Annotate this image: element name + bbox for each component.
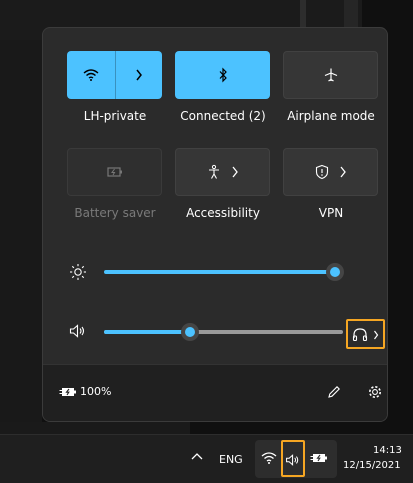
- brightness-slider-thumb[interactable]: [326, 263, 344, 281]
- chevron-right-icon: [374, 330, 379, 340]
- wifi-toggle-button[interactable]: [67, 51, 115, 99]
- bluetooth-toggle-tile[interactable]: [175, 51, 270, 99]
- wifi-toggle-tile[interactable]: [67, 51, 162, 99]
- accessibility-tile[interactable]: [175, 148, 270, 196]
- chevron-right-icon: [339, 166, 346, 178]
- tile-label-accessibility: Accessibility: [186, 206, 260, 220]
- clock-date[interactable]: 12/15/2021: [343, 460, 401, 471]
- accessibility-icon: [208, 164, 219, 179]
- wifi-expand-button[interactable]: [116, 51, 162, 99]
- clock-time[interactable]: 14:13: [373, 445, 402, 456]
- volume-slider-thumb[interactable]: [181, 323, 200, 341]
- wifi-icon: [261, 452, 277, 464]
- chevron-up-icon[interactable]: [191, 452, 203, 460]
- brightness-icon: [70, 264, 86, 280]
- edit-pencil-icon[interactable]: [327, 385, 341, 399]
- audio-output-button[interactable]: [346, 319, 385, 349]
- tile-label-airplane: Airplane mode: [287, 109, 375, 123]
- quick-settings-panel: LH-private Connected (2) Airplane mode B…: [42, 27, 388, 422]
- speaker-icon: [286, 454, 299, 466]
- chevron-right-icon: [136, 69, 142, 81]
- background-area: [0, 422, 190, 434]
- vpn-tile[interactable]: [283, 148, 378, 196]
- headphones-icon: [352, 328, 368, 342]
- vpn-shield-icon: [315, 164, 328, 180]
- taskbar: [0, 434, 413, 483]
- tile-label-wifi: LH-private: [83, 109, 147, 123]
- volume-slider-fill: [104, 330, 191, 334]
- chevron-right-icon: [231, 166, 238, 178]
- volume-tray-button[interactable]: [281, 440, 305, 477]
- battery-percentage: 100%: [80, 385, 112, 398]
- quick-settings-footer: 100%: [43, 364, 387, 421]
- battery-charging-icon: [59, 388, 76, 396]
- airplane-mode-tile[interactable]: [283, 51, 378, 99]
- tile-label-bluetooth: Connected (2): [180, 109, 266, 123]
- background-window-edge: [300, 0, 306, 28]
- tile-label-battery-saver: Battery saver: [74, 206, 156, 220]
- wifi-icon: [83, 69, 99, 81]
- airplane-icon: [324, 68, 337, 82]
- brightness-slider-fill: [104, 270, 335, 274]
- background-area: [0, 40, 42, 432]
- background-scrollbar: [344, 0, 358, 30]
- battery-charging-icon: [310, 454, 327, 462]
- bluetooth-icon: [219, 67, 227, 83]
- battery-saver-tile[interactable]: [67, 148, 162, 196]
- battery-saver-icon: [106, 167, 122, 177]
- language-indicator[interactable]: ENG: [219, 453, 243, 466]
- tile-label-vpn: VPN: [318, 206, 344, 220]
- settings-gear-icon[interactable]: [367, 384, 383, 400]
- speaker-icon: [69, 324, 85, 338]
